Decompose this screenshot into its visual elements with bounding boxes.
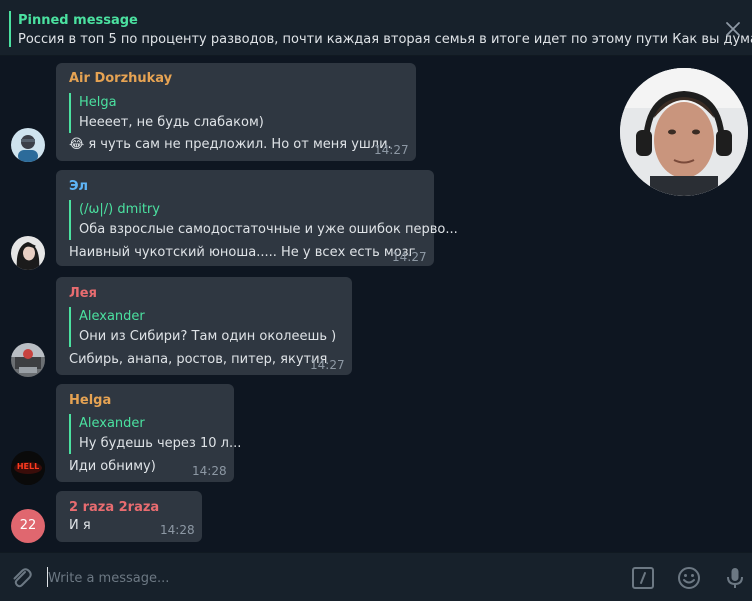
avatar[interactable]: HELL [11, 451, 45, 485]
message-text: 😂 я чуть сам не предложил. Но от меня уш… [69, 137, 392, 152]
avatar-initials: 22 [19, 518, 37, 533]
message-text: И я [69, 518, 91, 533]
avatar[interactable] [11, 343, 45, 377]
reply-quote[interactable]: (/ω|/) dmitry Оба взрослые самодостаточн… [69, 200, 458, 240]
reply-text: Оба взрослые самодостаточные и уже ошибо… [79, 222, 458, 237]
message-input[interactable] [48, 565, 608, 591]
reply-author: Alexander [79, 309, 145, 324]
reply-author-name: dmitry [117, 202, 160, 217]
reply-text: Они из Сибири? Там один околеешь ) [79, 329, 337, 344]
message-composer [0, 552, 752, 601]
pinned-accent-line [9, 11, 11, 47]
message-sender[interactable]: Helga [69, 393, 111, 408]
pinned-text: Россия в топ 5 по проценту разводов, поч… [18, 32, 752, 47]
avatar[interactable] [11, 236, 45, 270]
microphone-icon[interactable] [722, 565, 748, 591]
message-bubble[interactable]: Helga Alexander Ну будешь через 10 л... … [56, 384, 241, 482]
message-bubble[interactable]: 2 raza 2raza И я 14:28 [56, 491, 202, 542]
close-icon[interactable] [722, 18, 744, 40]
message-time: 14:28 [192, 464, 227, 478]
reply-author: Alexander [79, 416, 145, 431]
video-message[interactable] [620, 68, 748, 196]
message-time: 14:28 [160, 523, 195, 537]
message-time: 14:27 [392, 250, 427, 264]
avatar[interactable]: 22 [11, 509, 45, 543]
message-sender[interactable]: Air Dorzhukay [69, 71, 172, 86]
message-bubble[interactable]: Air Dorzhukay Helga Неееет, не будь слаб… [56, 63, 416, 161]
avatar[interactable] [11, 128, 45, 162]
reply-author: Helga [79, 95, 117, 110]
message-text: Наивный чукотский юноша..... Не у всех е… [69, 245, 416, 260]
chat-history[interactable]: Air Dorzhukay Helga Неееет, не будь слаб… [0, 56, 752, 552]
pinned-message-bar[interactable]: Pinned message Россия в топ 5 по процент… [0, 0, 752, 56]
reply-quote[interactable]: Alexander Ну будешь через 10 л... [69, 414, 241, 454]
reply-text: Неееет, не будь слабаком) [79, 115, 264, 130]
message-time: 14:27 [374, 143, 409, 157]
paperclip-icon[interactable] [8, 565, 34, 591]
message-sender[interactable]: Лея [69, 286, 97, 301]
avatar-label: HELL [16, 462, 40, 471]
message-sender[interactable]: Эл [69, 179, 88, 194]
reply-quote[interactable]: Alexander Они из Сибири? Там один околее… [69, 307, 336, 347]
reply-quote[interactable]: Helga Неееет, не будь слабаком) [69, 93, 264, 133]
reply-author: (/ω|/) dmitry [79, 200, 458, 220]
message-text: Иди обниму) [69, 459, 156, 474]
emoji-icon[interactable] [676, 565, 702, 591]
reply-text: Ну будешь через 10 л... [79, 436, 242, 451]
message-time: 14:27 [310, 358, 345, 372]
message-sender[interactable]: 2 raza 2raza [69, 500, 159, 515]
reply-author-prefix: (/ω|/) [79, 202, 114, 217]
message-text: Сибирь, анапа, ростов, питер, якутия [69, 352, 328, 367]
message-bubble[interactable]: Эл (/ω|/) dmitry Оба взрослые самодостат… [56, 170, 458, 266]
slash-command-icon[interactable] [630, 565, 656, 591]
message-bubble[interactable]: Лея Alexander Они из Сибири? Там один ок… [56, 277, 352, 375]
pinned-title: Pinned message [18, 13, 138, 28]
